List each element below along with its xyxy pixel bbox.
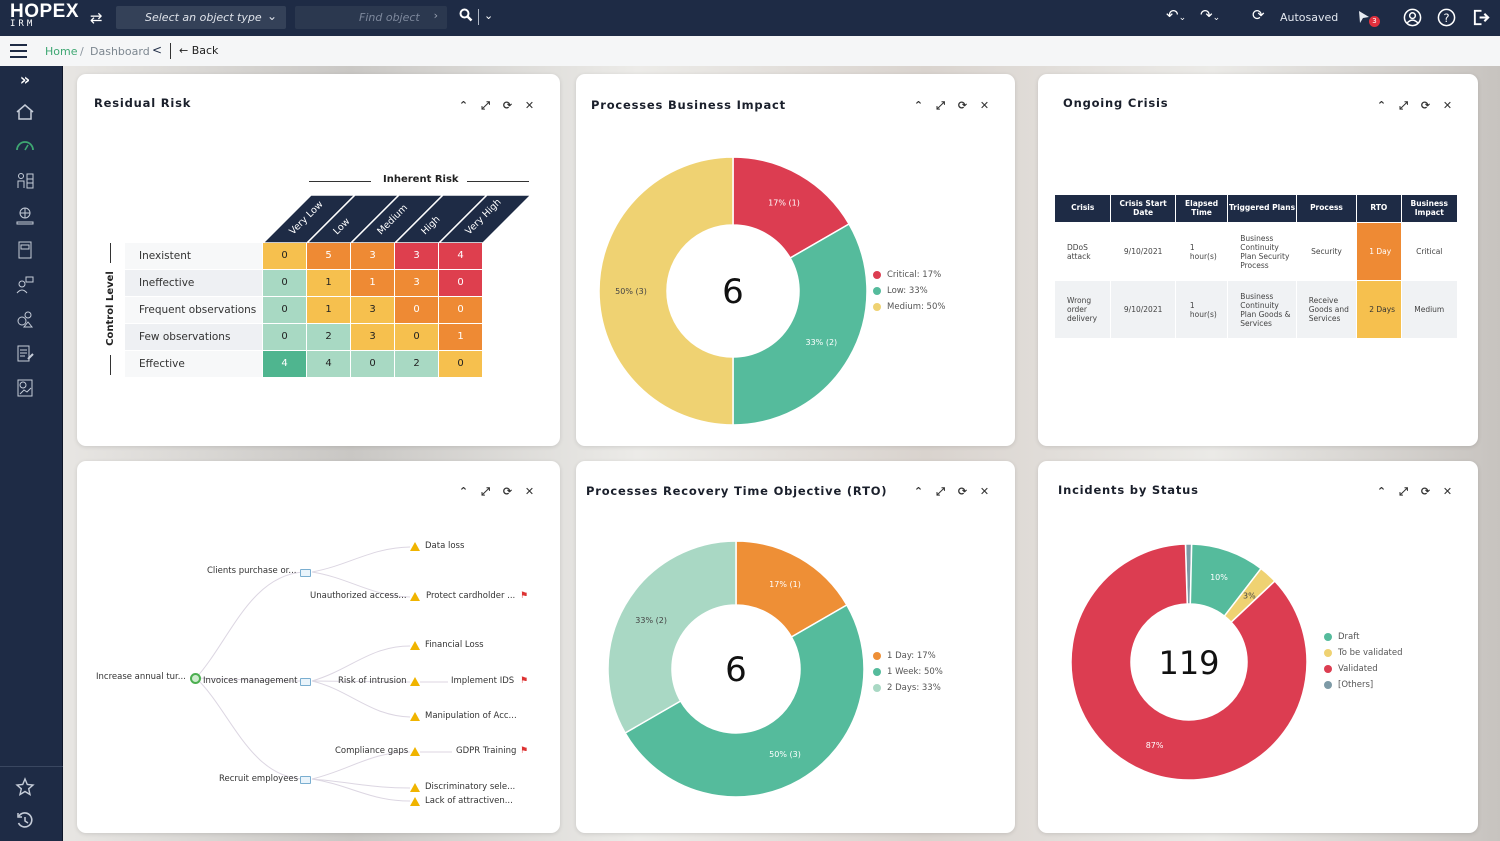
warning-icon: [410, 592, 420, 601]
tree-node-process[interactable]: Invoices management: [203, 676, 297, 686]
collapse-icon[interactable]: ⌃: [913, 485, 924, 499]
tree-node-process[interactable]: Clients purchase or...: [207, 566, 296, 576]
legend-label: Validated: [1338, 664, 1378, 674]
goal-icon: [190, 673, 201, 684]
data-label: 87%: [1146, 741, 1164, 750]
legend-label: 1 Week: 50%: [887, 667, 943, 677]
process-icon: [300, 678, 311, 686]
rto-donut: 17% (1) 50% (3) 33% (2) 6: [607, 540, 865, 798]
legend-label: [Others]: [1338, 680, 1374, 690]
warning-icon: [410, 641, 420, 650]
warning-icon: [410, 542, 420, 551]
tree-node-risk[interactable]: Data loss: [425, 541, 464, 551]
tree-node-goal[interactable]: Increase annual tur...: [96, 672, 186, 682]
maximize-icon[interactable]: ⤢: [935, 485, 946, 499]
legend-swatch: [1324, 633, 1332, 641]
action-plan-icon: ⚑: [520, 591, 529, 601]
data-label: 33% (2): [635, 616, 667, 625]
legend-label: Draft: [1338, 632, 1360, 642]
legend-item[interactable]: 1 Week: 50%: [873, 664, 943, 680]
tree-node-risk[interactable]: Risk of intrusion: [338, 676, 407, 686]
legend-item[interactable]: Validated: [1324, 661, 1403, 677]
tree-node-action-plan[interactable]: GDPR Training: [456, 746, 516, 756]
tree-node-risk[interactable]: Financial Loss: [425, 640, 484, 650]
tree-node-process[interactable]: Recruit employees: [219, 774, 298, 784]
collapse-icon[interactable]: ⌃: [1376, 485, 1387, 499]
data-label: 50% (3): [769, 750, 801, 759]
tree-node-risk[interactable]: Compliance gaps: [335, 746, 408, 756]
tree-node-risk[interactable]: Manipulation of Acc...: [425, 711, 517, 721]
legend-swatch: [873, 652, 881, 660]
legend-swatch: [1324, 649, 1332, 657]
tree-node-risk[interactable]: Lack of attractiven...: [425, 796, 513, 806]
tree-node-action-plan[interactable]: Protect cardholder ...: [426, 591, 515, 601]
warning-icon: [410, 712, 420, 721]
legend-swatch: [1324, 681, 1332, 689]
warning-icon: [410, 677, 420, 686]
close-icon[interactable]: ✕: [979, 485, 990, 499]
panel-controls: ⌃ ⤢ ⟳ ✕: [1376, 485, 1453, 499]
refresh-icon[interactable]: ⟳: [1420, 485, 1431, 499]
legend-item[interactable]: 1 Day: 17%: [873, 648, 943, 664]
legend-item[interactable]: Draft: [1324, 629, 1403, 645]
legend-item[interactable]: [Others]: [1324, 677, 1403, 693]
legend-swatch: [1324, 665, 1332, 673]
legend-label: To be validated: [1338, 648, 1403, 658]
process-icon: [300, 569, 311, 577]
refresh-icon[interactable]: ⟳: [957, 485, 968, 499]
incidents-legend: Draft To be validated Validated [Others]: [1324, 629, 1403, 693]
action-plan-icon: ⚑: [520, 746, 529, 756]
process-icon: [300, 776, 311, 784]
legend-item[interactable]: 2 Days: 33%: [873, 680, 943, 696]
donut-center-total: 119: [1158, 644, 1219, 682]
warning-icon: [410, 747, 420, 756]
data-label: 17% (1): [769, 580, 801, 589]
panel-title: Incidents by Status: [1058, 483, 1199, 497]
tree-node-risk[interactable]: Discriminatory sele...: [425, 782, 515, 792]
legend-swatch: [873, 668, 881, 676]
legend-label: 1 Day: 17%: [887, 651, 936, 661]
panel-title: Processes Recovery Time Objective (RTO): [586, 484, 888, 498]
donut-center-total: 6: [725, 650, 747, 690]
donut-slice-2-days[interactable]: [607, 540, 737, 735]
tree-node-action-plan[interactable]: Implement IDS: [451, 676, 514, 686]
warning-icon: [410, 797, 420, 806]
legend-label: 2 Days: 33%: [887, 683, 941, 693]
maximize-icon[interactable]: ⤢: [1398, 485, 1409, 499]
legend-item[interactable]: To be validated: [1324, 645, 1403, 661]
tree-node-risk[interactable]: Unauthorized access...: [310, 591, 407, 601]
panel-controls: ⌃ ⤢ ⟳ ✕: [913, 485, 990, 499]
data-label: 10%: [1210, 573, 1228, 582]
action-plan-icon: ⚑: [520, 676, 529, 686]
data-label: 3%: [1243, 591, 1256, 600]
incidents-donut: 10% 3% 87% 119: [1070, 543, 1308, 781]
close-icon[interactable]: ✕: [1442, 485, 1453, 499]
legend-swatch: [873, 684, 881, 692]
warning-icon: [410, 783, 420, 792]
rto-legend: 1 Day: 17% 1 Week: 50% 2 Days: 33%: [873, 648, 943, 696]
